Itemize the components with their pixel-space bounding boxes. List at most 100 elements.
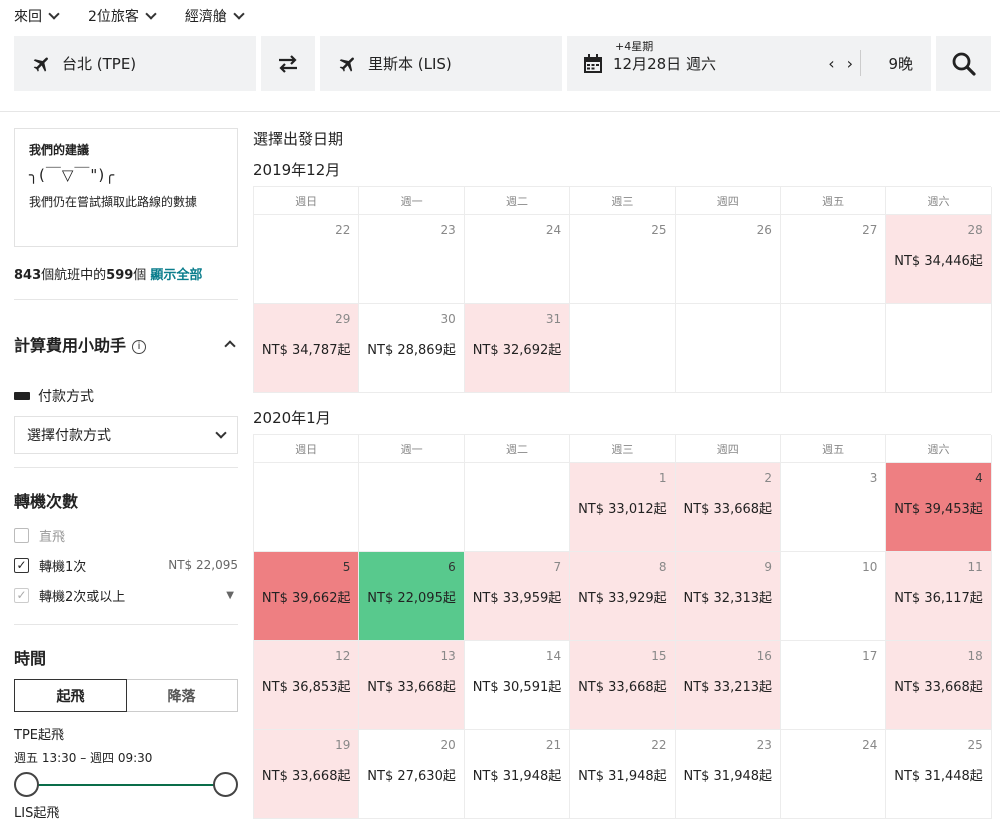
payment-method-select[interactable]: 選擇付款方式 bbox=[14, 416, 238, 454]
trip-type-dropdown[interactable]: 來回 bbox=[14, 6, 60, 26]
search-button[interactable] bbox=[936, 36, 991, 91]
chevron-up-icon[interactable] bbox=[224, 340, 236, 352]
passengers-dropdown[interactable]: 2位旅客 bbox=[88, 6, 157, 26]
calendar-day[interactable]: 23 bbox=[359, 215, 465, 304]
day-number: 16 bbox=[756, 649, 772, 663]
day-number: 21 bbox=[545, 738, 562, 752]
calendar-day[interactable]: 22 NT$ 31,948起 bbox=[570, 730, 676, 819]
date-field[interactable]: +4星期 12月28日 週六 ‹ › 9晚 bbox=[567, 36, 931, 91]
calendar-day[interactable]: 24 bbox=[780, 730, 887, 819]
tpe-time-range: 週五 13:30 – 週四 09:30 bbox=[14, 751, 153, 765]
day-price: NT$ 32,692起 bbox=[472, 343, 562, 358]
calendar-day[interactable]: 11 NT$ 36,117起 bbox=[886, 552, 992, 641]
calendar-day[interactable]: 3 bbox=[780, 463, 887, 552]
calendar-day[interactable]: 25 bbox=[570, 215, 676, 304]
time-tabs: 起飛 降落 bbox=[14, 679, 238, 712]
time-range-slider[interactable] bbox=[14, 770, 238, 800]
next-date-button[interactable]: › bbox=[847, 54, 853, 73]
weekday-header: 週日 bbox=[254, 187, 360, 215]
calendar-day[interactable]: 12 NT$ 36,853起 bbox=[254, 641, 360, 730]
day-number: 17 bbox=[862, 649, 878, 663]
calendar-day[interactable]: 31 NT$ 32,692起 bbox=[464, 304, 571, 393]
calendar-day[interactable]: 28 NT$ 34,446起 bbox=[886, 215, 992, 304]
calendar-day[interactable]: 4 NT$ 39,453起 bbox=[886, 463, 992, 552]
empty-cell bbox=[464, 463, 571, 552]
day-price: NT$ 32,313起 bbox=[683, 591, 773, 606]
calendar-day[interactable]: 30 NT$ 28,869起 bbox=[359, 304, 465, 393]
filter-dropdown-icon[interactable]: ▼ bbox=[226, 590, 234, 601]
date-nav: ‹ › bbox=[828, 54, 853, 73]
day-number: 22 bbox=[335, 223, 351, 237]
flight-count: 843個航班中的599個 顯示全部 bbox=[14, 264, 238, 283]
calendar-day[interactable]: 9 NT$ 32,313起 bbox=[675, 552, 781, 641]
day-number: 9 bbox=[764, 560, 772, 574]
nights-selector[interactable]: 9晚 bbox=[888, 53, 913, 74]
calendar-day[interactable]: 19 NT$ 33,668起 bbox=[254, 730, 360, 819]
calendar-day[interactable]: 1 NT$ 33,012起 bbox=[570, 463, 676, 552]
payment-method-label: 付款方式 bbox=[38, 389, 94, 405]
info-icon[interactable]: i bbox=[132, 340, 147, 354]
calendar-day[interactable]: 10 bbox=[780, 552, 887, 641]
fee-calculator-title: 計算費用小助手 bbox=[14, 336, 127, 355]
calendar-day[interactable]: 18 NT$ 33,668起 bbox=[886, 641, 992, 730]
weekday-header: 週三 bbox=[570, 435, 676, 463]
checkbox[interactable] bbox=[14, 527, 29, 543]
lis-depart-label: LIS起飛 bbox=[14, 806, 60, 821]
empty-cell bbox=[780, 304, 887, 393]
calendar-day[interactable]: 22 bbox=[254, 215, 360, 304]
stop-option-one[interactable]: ✓ 轉機1次 NT$ 22,095 bbox=[14, 556, 238, 575]
day-price: NT$ 39,662起 bbox=[261, 591, 351, 606]
day-number: 28 bbox=[967, 223, 983, 237]
cabin-dropdown[interactable]: 經濟艙 bbox=[185, 6, 245, 26]
suggestion-face: ╮(￣▽￣")╭ bbox=[29, 166, 116, 184]
suggestion-box: 我們的建議 ╮(￣▽￣")╭ 我們仍在嘗試擷取此路線的數據 bbox=[14, 128, 238, 247]
fee-calculator-header[interactable]: 計算費用小助手 i bbox=[14, 332, 238, 356]
calendar-day[interactable]: 24 bbox=[464, 215, 571, 304]
day-number: 30 bbox=[440, 312, 456, 326]
day-number: 27 bbox=[862, 223, 878, 237]
empty-cell bbox=[886, 304, 992, 393]
calendar-day[interactable]: 16 NT$ 33,213起 bbox=[675, 641, 781, 730]
calendar-day[interactable]: 2 NT$ 33,668起 bbox=[675, 463, 781, 552]
swap-button[interactable] bbox=[261, 36, 315, 91]
payment-method-label-row: 付款方式 bbox=[14, 386, 238, 406]
calendar-day[interactable]: 17 bbox=[780, 641, 887, 730]
calendar-day[interactable]: 8 NT$ 33,929起 bbox=[570, 552, 676, 641]
calendar-day[interactable]: 25 NT$ 31,448起 bbox=[886, 730, 992, 819]
calendar-day[interactable]: 21 NT$ 31,948起 bbox=[464, 730, 571, 819]
calendar-day[interactable]: 29 NT$ 34,787起 bbox=[254, 304, 360, 393]
calendar-day[interactable]: 27 bbox=[780, 215, 887, 304]
tab-arrive[interactable]: 降落 bbox=[126, 680, 237, 711]
day-price: NT$ 36,117起 bbox=[894, 591, 983, 606]
tab-depart[interactable]: 起飛 bbox=[14, 679, 127, 712]
day-number: 25 bbox=[967, 738, 983, 752]
day-price: NT$ 27,630起 bbox=[367, 769, 456, 784]
day-number: 22 bbox=[651, 738, 667, 752]
calendar-day[interactable]: 20 NT$ 27,630起 bbox=[359, 730, 465, 819]
slider-handle-end[interactable] bbox=[213, 772, 238, 797]
calendar-day[interactable]: 5 NT$ 39,662起 bbox=[254, 552, 360, 641]
calendar-day[interactable]: 7 NT$ 33,959起 bbox=[464, 552, 571, 641]
calendar-day[interactable]: 15 NT$ 33,668起 bbox=[570, 641, 676, 730]
origin-field[interactable]: 台北 (TPE) bbox=[14, 36, 256, 91]
day-number: 23 bbox=[440, 223, 456, 237]
destination-field[interactable]: 里斯本 (LIS) bbox=[320, 36, 562, 91]
slider-handle-start[interactable] bbox=[14, 772, 39, 797]
prev-date-button[interactable]: ‹ bbox=[828, 54, 834, 73]
calendar-day[interactable]: 13 NT$ 33,668起 bbox=[359, 641, 465, 730]
day-price: NT$ 33,668起 bbox=[261, 769, 351, 784]
month-grid: 週日 週一 週二 週三 週四 週五 週六 22 23 24 25 26 27 28 NT$ 34,446起 2… bbox=[253, 186, 992, 393]
stop-option-direct[interactable]: 直飛 bbox=[14, 526, 238, 545]
checkbox-checked[interactable]: ✓ bbox=[14, 587, 29, 603]
calendar-day[interactable]: 26 bbox=[675, 215, 781, 304]
stop-option-label: 轉機2次或以上 bbox=[39, 589, 126, 605]
calendar-day[interactable]: 23 NT$ 31,948起 bbox=[675, 730, 781, 819]
show-all-link[interactable]: 顯示全部 bbox=[150, 268, 202, 283]
checkbox-checked[interactable]: ✓ bbox=[14, 557, 29, 573]
calendar-day[interactable]: 14 NT$ 30,591起 bbox=[464, 641, 571, 730]
calendar-day[interactable]: 6 NT$ 22,095起 bbox=[359, 552, 465, 641]
day-number: 13 bbox=[440, 649, 456, 663]
stop-option-two-plus[interactable]: ✓ 轉機2次或以上 ▼ bbox=[14, 586, 238, 605]
month-title: 2019年12月 bbox=[253, 161, 341, 179]
chevron-down-icon bbox=[145, 8, 157, 20]
